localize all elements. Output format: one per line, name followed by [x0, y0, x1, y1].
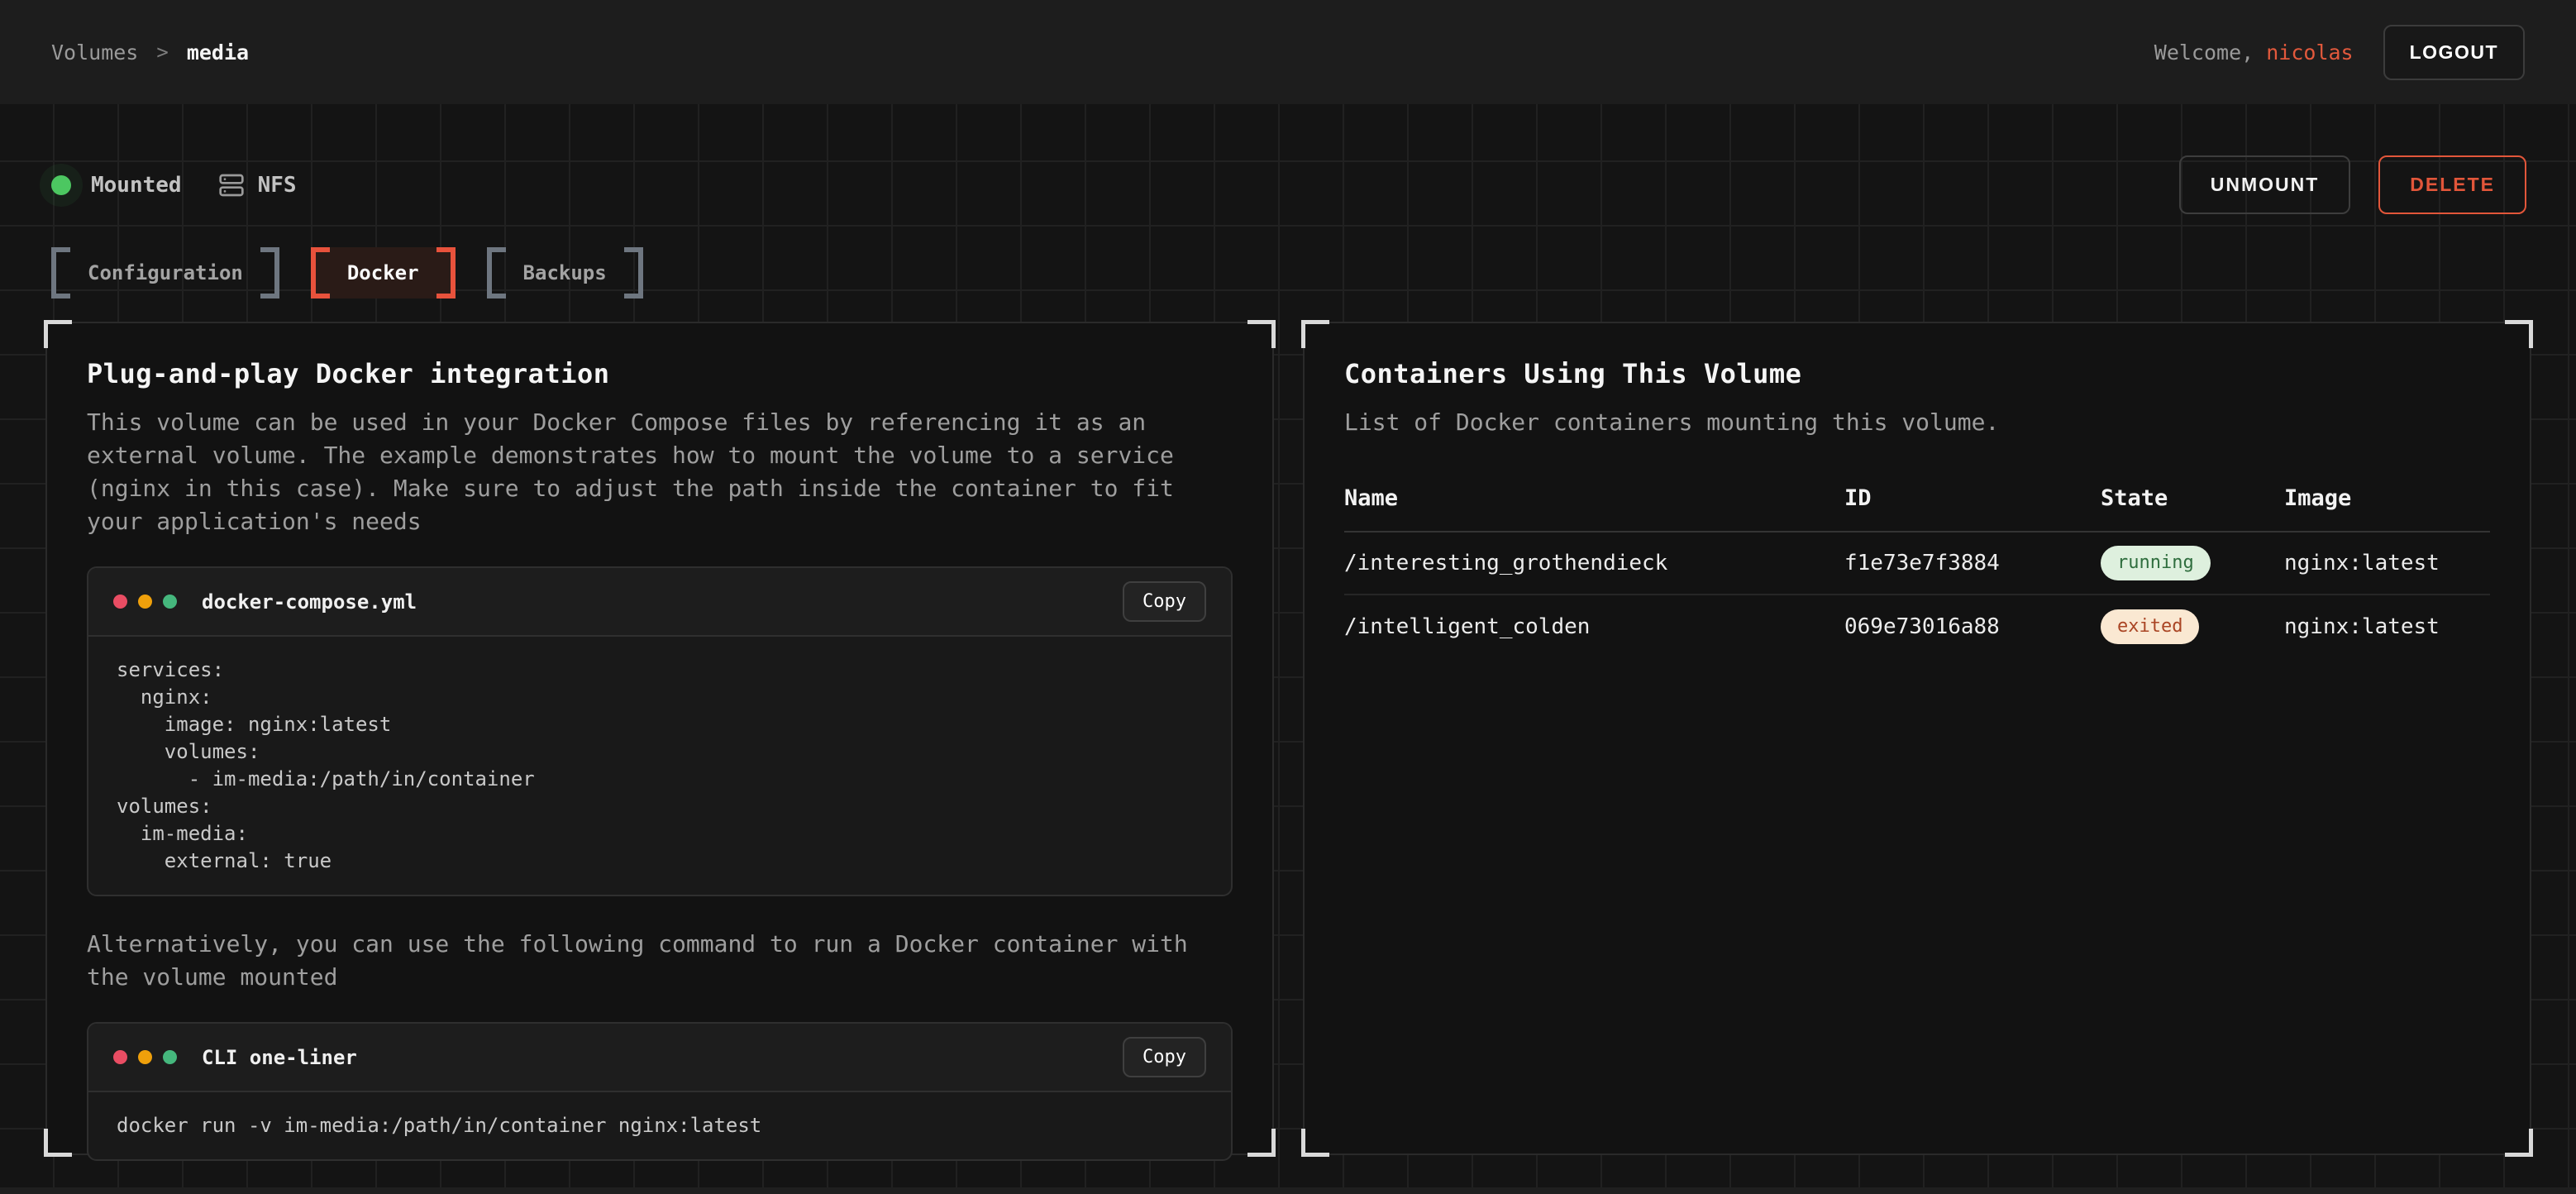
tab-docker[interactable]: Docker: [311, 247, 456, 298]
panel-corner-icon: [44, 1129, 72, 1157]
table-row: /intelligent_colden 069e73016a88 exited …: [1344, 595, 2490, 658]
delete-button[interactable]: DELETE: [2378, 155, 2526, 214]
column-header-state: State: [2101, 485, 2284, 511]
window-dots-icon: [113, 1050, 177, 1064]
tab-bar: Configuration Docker Backups: [51, 247, 2525, 298]
panel-corner-icon: [1247, 1129, 1276, 1157]
status-badge: running: [2101, 546, 2211, 580]
mounted-status-dot-icon: [51, 175, 71, 195]
compose-code-text: services: nginx: image: nginx:latest vol…: [117, 657, 1203, 875]
panel-corner-icon: [1247, 320, 1276, 348]
green-dot-icon: [163, 1050, 177, 1064]
containers-panel: Containers Using This Volume List of Doc…: [1303, 322, 2531, 1155]
logout-button[interactable]: LOGOUT: [2383, 25, 2525, 80]
container-id: 069e73016a88: [1844, 614, 2101, 639]
panels-row: Plug-and-play Docker integration This vo…: [45, 322, 2531, 1155]
container-name: /intelligent_colden: [1344, 614, 1844, 639]
tab-configuration[interactable]: Configuration: [51, 247, 279, 298]
column-header-name: Name: [1344, 485, 1844, 511]
copy-compose-button[interactable]: Copy: [1123, 581, 1206, 622]
panel-corner-icon: [1301, 1129, 1329, 1157]
compose-code-header: docker-compose.yml Copy: [88, 568, 1231, 637]
column-header-id: ID: [1844, 485, 2101, 511]
container-state-cell: exited: [2101, 609, 2284, 644]
footer-strip: [0, 1187, 2576, 1194]
panel-corner-icon: [44, 320, 72, 348]
window-dots-icon: [113, 595, 177, 609]
main-content: Mounted NFS UNMOUNT DELETE Configuration…: [0, 104, 2576, 1187]
volume-actions: UNMOUNT DELETE: [2179, 155, 2526, 214]
container-image: nginx:latest: [2284, 551, 2490, 576]
containers-panel-title: Containers Using This Volume: [1344, 358, 2490, 389]
top-bar: Volumes > media Welcome, nicolas LOGOUT: [0, 0, 2576, 104]
fs-type: NFS: [218, 172, 297, 198]
column-header-image: Image: [2284, 485, 2490, 511]
top-bar-right: Welcome, nicolas LOGOUT: [2154, 25, 2525, 80]
yellow-dot-icon: [138, 1050, 152, 1064]
yellow-dot-icon: [138, 595, 152, 609]
server-icon: [218, 172, 245, 198]
red-dot-icon: [113, 1050, 127, 1064]
containers-table: Name ID State Image /interesting_grothen…: [1344, 485, 2490, 658]
cli-description: Alternatively, you can use the following…: [87, 928, 1207, 994]
docker-integration-panel: Plug-and-play Docker integration This vo…: [45, 322, 1274, 1155]
compose-filename: docker-compose.yml: [202, 590, 417, 614]
container-state-cell: running: [2101, 546, 2284, 580]
breadcrumb-volumes-link[interactable]: Volumes: [51, 41, 138, 64]
table-row: /interesting_grothendieck f1e73e7f3884 r…: [1344, 533, 2490, 595]
status-row: Mounted NFS UNMOUNT DELETE: [51, 155, 2526, 214]
welcome-label: Welcome,: [2154, 41, 2254, 64]
breadcrumb-current-volume: media: [187, 41, 249, 64]
containers-panel-subtitle: List of Docker containers mounting this …: [1344, 406, 2464, 439]
breadcrumb: Volumes > media: [51, 41, 249, 64]
username: nicolas: [2266, 41, 2353, 64]
panel-corner-icon: [2505, 320, 2533, 348]
welcome-text: Welcome, nicolas: [2154, 41, 2354, 64]
fs-type-label: NFS: [258, 173, 297, 198]
cli-code-text: docker run -v im-media:/path/in/containe…: [117, 1112, 1203, 1139]
cli-title: CLI one-liner: [202, 1046, 357, 1069]
panel-corner-icon: [1301, 320, 1329, 348]
status-badge: exited: [2101, 609, 2199, 644]
cli-code-body: docker run -v im-media:/path/in/containe…: [88, 1092, 1231, 1159]
docker-panel-title: Plug-and-play Docker integration: [87, 358, 1233, 389]
container-id: f1e73e7f3884: [1844, 551, 2101, 576]
tab-backups[interactable]: Backups: [487, 247, 643, 298]
red-dot-icon: [113, 595, 127, 609]
green-dot-icon: [163, 595, 177, 609]
unmount-button[interactable]: UNMOUNT: [2179, 155, 2351, 214]
container-image: nginx:latest: [2284, 614, 2490, 639]
container-name: /interesting_grothendieck: [1344, 551, 1844, 576]
containers-table-header: Name ID State Image: [1344, 485, 2490, 533]
cli-code-block: CLI one-liner Copy docker run -v im-medi…: [87, 1022, 1233, 1161]
mount-status: Mounted: [51, 173, 182, 198]
panel-corner-icon: [2505, 1129, 2533, 1157]
mount-status-label: Mounted: [91, 173, 182, 198]
volume-status-group: Mounted NFS: [51, 172, 297, 198]
cli-code-header: CLI one-liner Copy: [88, 1024, 1231, 1092]
compose-code-block: docker-compose.yml Copy services: nginx:…: [87, 566, 1233, 896]
copy-cli-button[interactable]: Copy: [1123, 1037, 1206, 1077]
chevron-right-icon: >: [156, 41, 168, 64]
compose-code-body: services: nginx: image: nginx:latest vol…: [88, 637, 1231, 895]
docker-panel-description: This volume can be used in your Docker C…: [87, 406, 1207, 538]
